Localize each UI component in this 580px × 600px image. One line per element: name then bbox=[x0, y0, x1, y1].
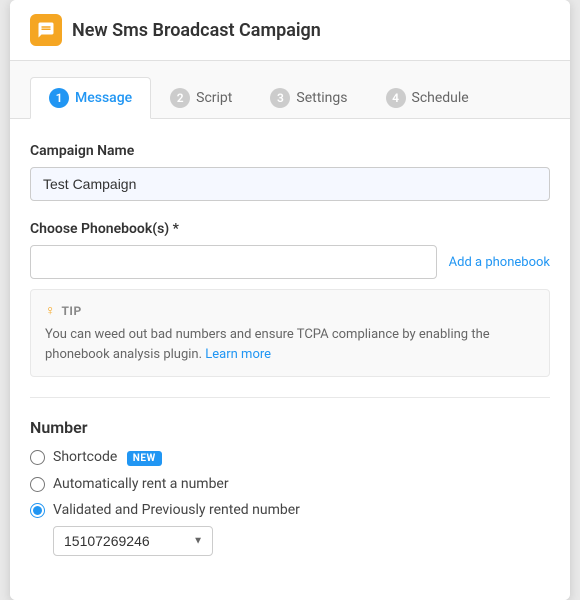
number-label: Number bbox=[30, 418, 550, 437]
page-title: New Sms Broadcast Campaign bbox=[72, 20, 321, 41]
sms-icon bbox=[30, 14, 62, 46]
campaign-name-group: Campaign Name bbox=[30, 143, 550, 201]
tip-text: You can weed out bad numbers and ensure … bbox=[45, 325, 535, 364]
tab-message-number: 1 bbox=[49, 88, 69, 108]
tab-settings-number: 3 bbox=[270, 88, 290, 108]
phone-number-select-wrapper: 15107269246 ▼ bbox=[53, 526, 213, 556]
campaign-name-input[interactable] bbox=[30, 167, 550, 201]
radio-auto-rent-label: Automatically rent a number bbox=[53, 476, 229, 492]
radio-auto-rent[interactable] bbox=[30, 477, 45, 492]
radio-group: Shortcode NEW Automatically rent a numbe… bbox=[30, 449, 550, 518]
tab-settings-label: Settings bbox=[296, 90, 347, 106]
main-window: New Sms Broadcast Campaign 1 Message 2 S… bbox=[10, 0, 570, 600]
tab-script-label: Script bbox=[196, 90, 232, 106]
window-header: New Sms Broadcast Campaign bbox=[10, 0, 570, 61]
form-content: Campaign Name Choose Phonebook(s) * Add … bbox=[10, 119, 570, 600]
phonebook-row: Add a phonebook bbox=[30, 245, 550, 279]
tab-script-number: 2 bbox=[170, 88, 190, 108]
phonebook-label: Choose Phonebook(s) * bbox=[30, 221, 550, 237]
phonebook-input[interactable] bbox=[30, 245, 437, 279]
tab-bar: 1 Message 2 Script 3 Settings 4 Schedule bbox=[10, 61, 570, 119]
campaign-name-label: Campaign Name bbox=[30, 143, 550, 159]
radio-item-validated: Validated and Previously rented number bbox=[30, 502, 550, 518]
phonebook-group: Choose Phonebook(s) * Add a phonebook ♀ … bbox=[30, 221, 550, 377]
tab-message[interactable]: 1 Message bbox=[30, 77, 151, 119]
phone-number-select[interactable]: 15107269246 bbox=[53, 526, 213, 556]
tab-settings[interactable]: 3 Settings bbox=[251, 77, 366, 119]
radio-item-shortcode: Shortcode NEW bbox=[30, 449, 550, 466]
tip-label: TIP bbox=[62, 304, 82, 318]
add-phonebook-link[interactable]: Add a phonebook bbox=[449, 255, 550, 270]
radio-shortcode[interactable] bbox=[30, 450, 45, 465]
radio-item-auto-rent: Automatically rent a number bbox=[30, 476, 550, 492]
radio-shortcode-label: Shortcode NEW bbox=[53, 449, 162, 466]
new-badge: NEW bbox=[127, 451, 162, 466]
radio-validated-label: Validated and Previously rented number bbox=[53, 502, 300, 518]
radio-validated[interactable] bbox=[30, 503, 45, 518]
tab-schedule[interactable]: 4 Schedule bbox=[367, 77, 488, 119]
tab-schedule-label: Schedule bbox=[412, 90, 469, 106]
tip-box: ♀ TIP You can weed out bad numbers and e… bbox=[30, 289, 550, 377]
tab-message-label: Message bbox=[75, 90, 132, 106]
tip-header: ♀ TIP bbox=[45, 302, 535, 319]
tip-icon: ♀ bbox=[45, 302, 56, 319]
section-divider bbox=[30, 397, 550, 398]
tab-script[interactable]: 2 Script bbox=[151, 77, 251, 119]
number-section: Number Shortcode NEW Automatically rent … bbox=[30, 418, 550, 556]
tab-schedule-number: 4 bbox=[386, 88, 406, 108]
learn-more-link[interactable]: Learn more bbox=[205, 347, 271, 362]
